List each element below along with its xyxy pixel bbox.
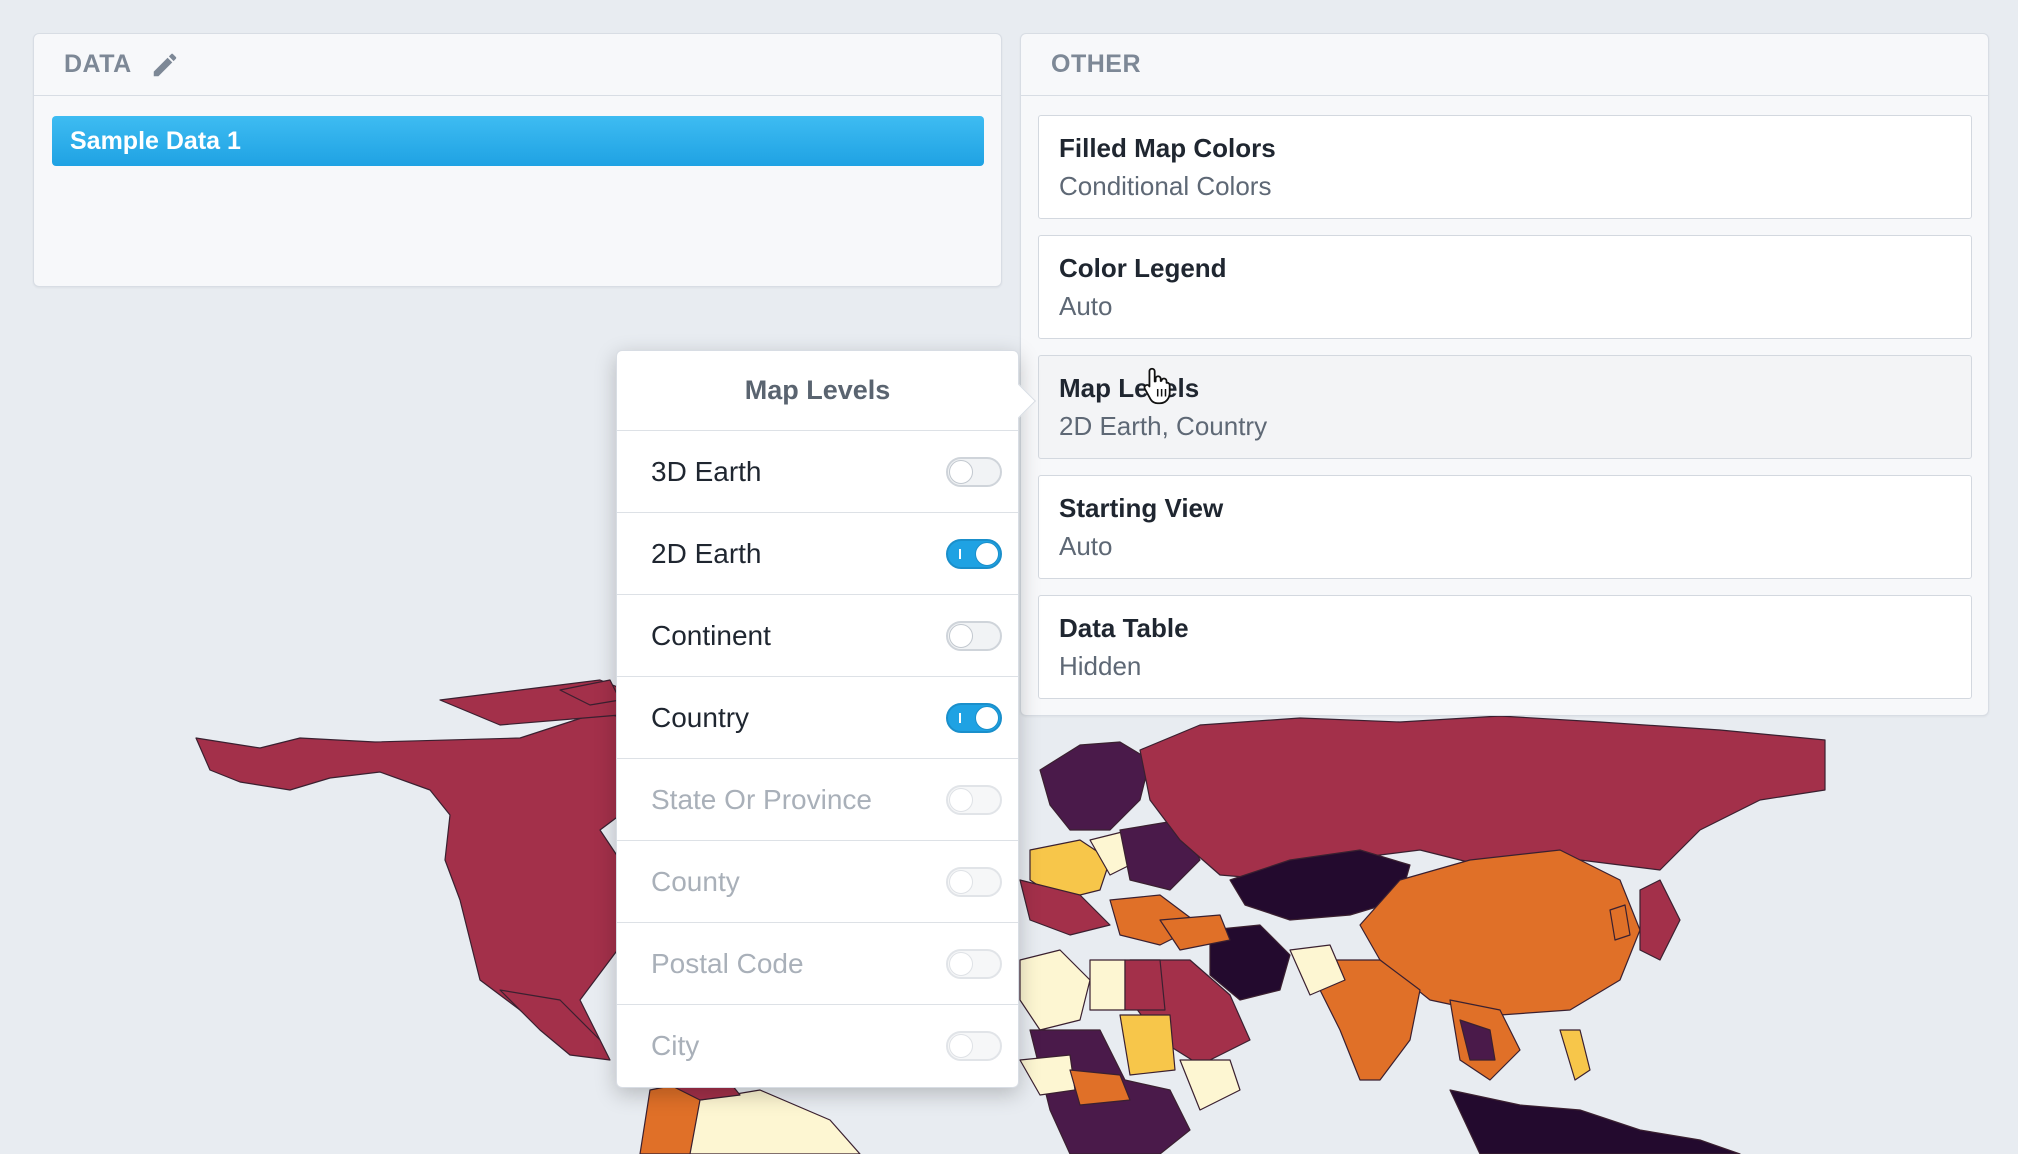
map-sudan — [1119, 1014, 1176, 1076]
map-egypt — [1124, 959, 1166, 1011]
option-value: Auto — [1059, 291, 1113, 321]
pencil-icon[interactable] — [150, 50, 180, 80]
data-panel: DATA Sample Data 1 — [33, 33, 1002, 287]
option-value: Hidden — [1059, 651, 1142, 681]
level-label: Postal Code — [651, 947, 804, 979]
option-title: Color Legend — [1059, 253, 1227, 283]
hand-pointer-icon — [1143, 367, 1171, 405]
toggle-county — [946, 866, 1002, 897]
dataset-item-sample-data-1[interactable]: Sample Data 1 — [52, 116, 984, 166]
toggle-city — [946, 1031, 1002, 1061]
level-row-country: Country — [617, 677, 1018, 759]
level-label: Continent — [651, 619, 771, 651]
option-value: 2D Earth, Country — [1059, 411, 1268, 441]
level-row-3d-earth: 3D Earth — [617, 431, 1018, 513]
popover-title: Map Levels — [617, 351, 1018, 431]
map-mexico — [499, 989, 611, 1061]
level-row-postal-code: Postal Code — [617, 923, 1018, 1005]
map-indonesia — [1449, 1089, 1741, 1154]
option-value: Conditional Colors — [1059, 171, 1272, 201]
toggle-country[interactable] — [946, 702, 1002, 733]
map-japan — [1639, 879, 1681, 961]
data-panel-title: DATA — [64, 50, 132, 78]
option-title: Starting View — [1059, 493, 1224, 523]
option-value: Auto — [1059, 531, 1113, 561]
map-north-africa-west — [1019, 949, 1091, 1031]
map-south-america-b — [689, 1089, 861, 1154]
level-label: County — [651, 865, 740, 897]
level-label: 2D Earth — [651, 537, 762, 569]
option-map-levels[interactable]: Map Levels 2D Earth, Country — [1038, 355, 1972, 459]
map-libya — [1089, 959, 1126, 1011]
level-row-state-or-province: State Or Province — [617, 759, 1018, 841]
toggle-3d-earth[interactable] — [946, 456, 1002, 487]
data-panel-header: DATA — [34, 34, 1001, 96]
option-title: Filled Map Colors — [1059, 133, 1276, 163]
level-row-county: County — [617, 841, 1018, 923]
toggle-continent[interactable] — [946, 620, 1002, 651]
level-row-city: City — [617, 1005, 1018, 1087]
map-horn-africa — [1179, 1059, 1241, 1111]
other-panel-title: OTHER — [1051, 50, 1141, 78]
level-label: State Or Province — [651, 783, 872, 815]
map-north-america — [195, 711, 661, 1046]
dataset-item-label: Sample Data 1 — [70, 126, 241, 155]
option-color-legend[interactable]: Color Legend Auto — [1038, 235, 1972, 339]
level-label: City — [651, 1030, 700, 1061]
level-row-2d-earth: 2D Earth — [617, 513, 1018, 595]
level-label: 3D Earth — [651, 455, 762, 487]
option-filled-map-colors[interactable]: Filled Map Colors Conditional Colors — [1038, 115, 1972, 219]
map-levels-popover: Map Levels 3D Earth 2D Earth Continent C… — [616, 350, 1036, 1088]
option-starting-view[interactable]: Starting View Auto — [1038, 475, 1972, 579]
map-west-africa — [1019, 1054, 1076, 1096]
option-data-table[interactable]: Data Table Hidden — [1038, 595, 1972, 699]
map-philippines — [1559, 1029, 1591, 1081]
option-title: Map Levels — [1059, 373, 1200, 403]
level-label: Country — [651, 701, 750, 733]
other-panel-header: OTHER — [1021, 34, 1988, 96]
toggle-state-or-province — [946, 784, 1002, 815]
toggle-2d-earth[interactable] — [946, 538, 1002, 569]
level-row-continent: Continent — [617, 595, 1018, 677]
toggle-postal-code — [946, 948, 1002, 979]
map-scandinavia — [1039, 741, 1151, 831]
map-russia — [1139, 715, 1826, 881]
option-title: Data Table — [1059, 613, 1189, 643]
